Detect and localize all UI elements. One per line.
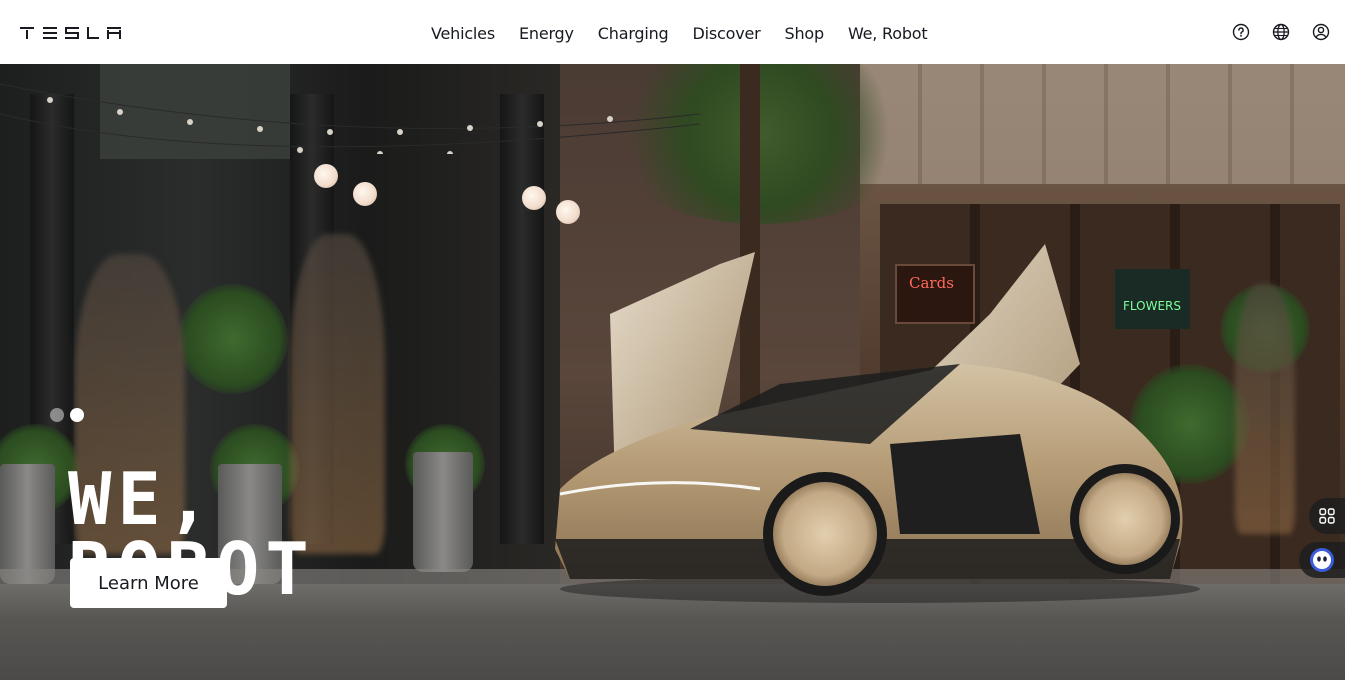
wall-lamp — [353, 182, 377, 206]
nav-discover[interactable]: Discover — [681, 18, 773, 49]
cybercab-vehicle — [555, 244, 1200, 603]
wall-lamp — [522, 186, 546, 210]
learn-more-button[interactable]: Learn More — [70, 558, 227, 608]
nav-energy[interactable]: Energy — [507, 18, 586, 49]
nav-shop[interactable]: Shop — [773, 18, 836, 49]
blurred-pedestrian — [1235, 284, 1295, 534]
account-icon[interactable] — [1311, 22, 1331, 42]
string-lights — [0, 83, 700, 154]
tesla-wordmark-icon — [20, 27, 121, 39]
apps-grid-button[interactable] — [1309, 498, 1345, 534]
planter — [0, 464, 55, 584]
header-utility-icons — [1231, 22, 1331, 42]
apps-grid-icon — [1319, 508, 1335, 524]
wall-lamp — [314, 164, 338, 188]
chat-assistant-icon — [1310, 548, 1334, 572]
nav-vehicles[interactable]: Vehicles — [419, 18, 507, 49]
hero-banner: Cards FLOWERS WE, Learn More — [0, 64, 1345, 680]
carousel-indicators — [50, 408, 84, 422]
carousel-dot-active[interactable] — [70, 408, 84, 422]
potted-plant — [178, 284, 288, 394]
tesla-logo[interactable] — [20, 27, 122, 41]
globe-icon[interactable] — [1271, 22, 1291, 42]
ornate-cornice — [860, 64, 1345, 184]
nav-charging[interactable]: Charging — [586, 18, 681, 49]
help-icon[interactable] — [1231, 22, 1251, 42]
nav-we-robot[interactable]: We, Robot — [836, 18, 940, 49]
carousel-dot[interactable] — [50, 408, 64, 422]
site-header: Vehicles Energy Charging Discover Shop W… — [0, 0, 1345, 64]
wall-lamp — [556, 200, 580, 224]
main-nav: Vehicles Energy Charging Discover Shop W… — [419, 18, 939, 48]
chat-assistant-button[interactable] — [1299, 542, 1345, 578]
iron-column — [500, 94, 544, 544]
